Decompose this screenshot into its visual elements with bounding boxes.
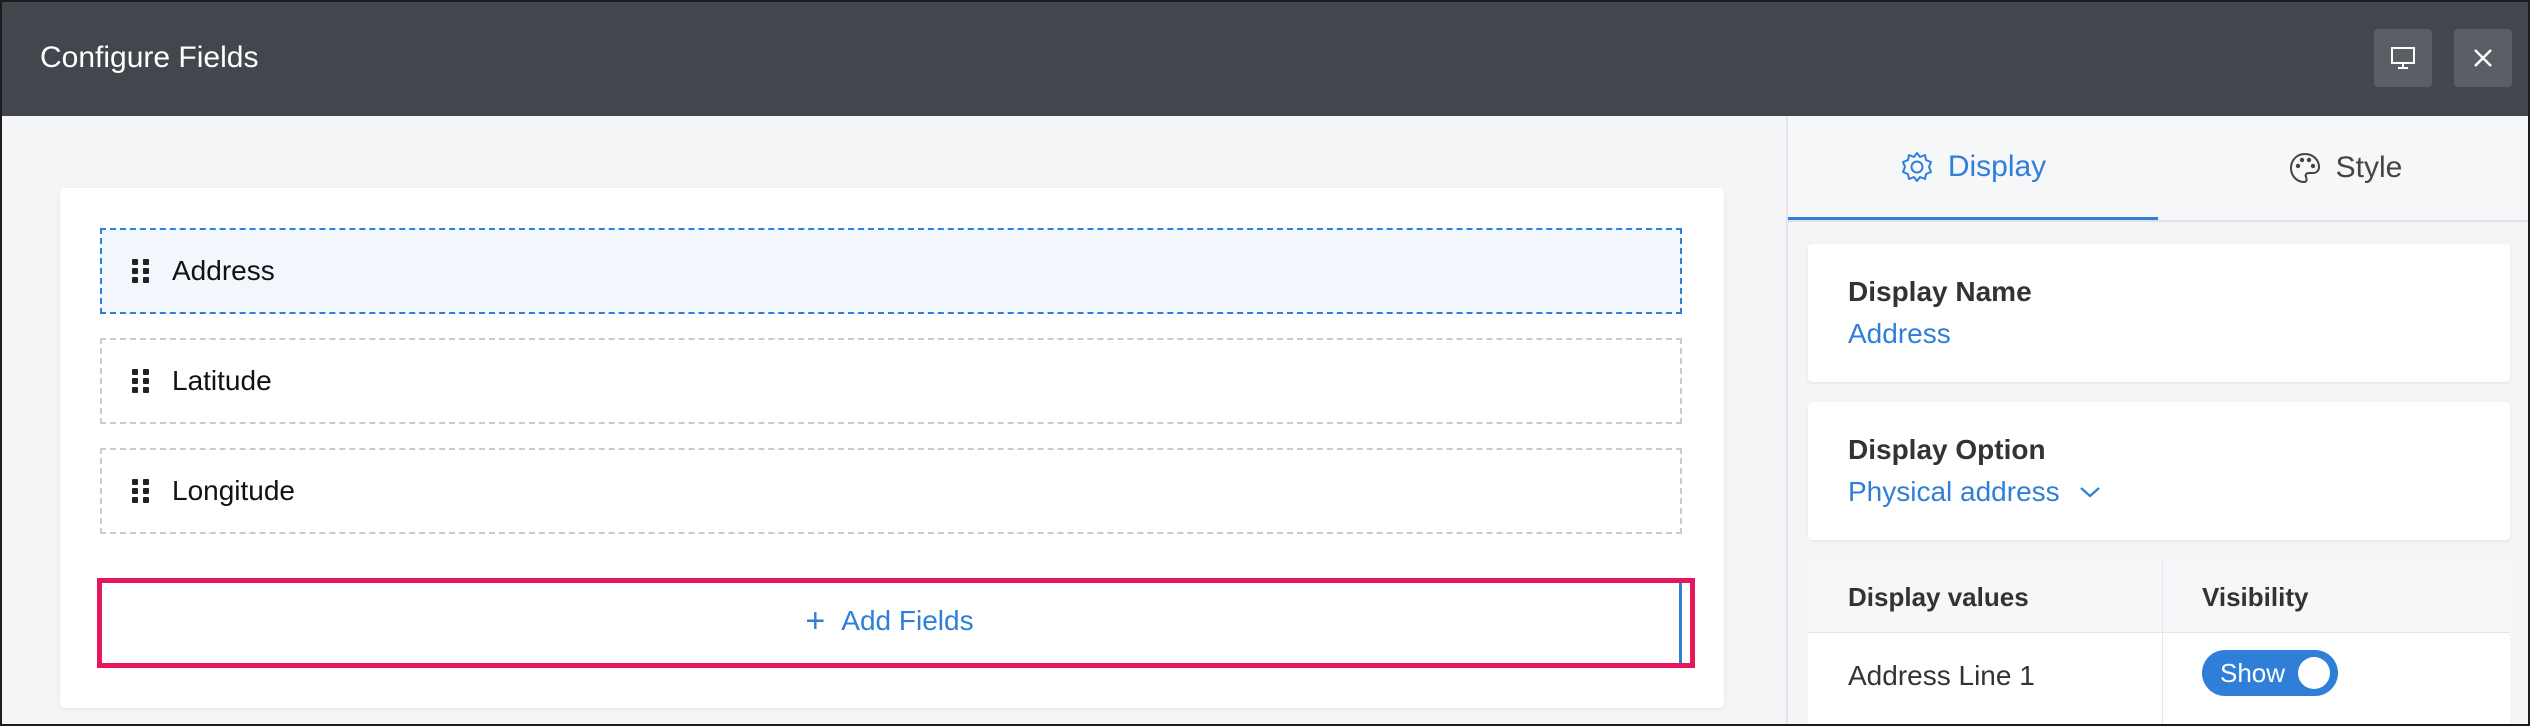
display-option-title: Display Option [1848,434,2046,465]
tab-style[interactable]: Style [2160,116,2528,220]
plus-icon: + [805,602,826,640]
visibility-toggle[interactable]: Show [2202,650,2338,696]
dialog-title: Configure Fields [40,41,259,74]
display-option-card: Display Option Physical address [1808,402,2510,540]
display-name-value[interactable]: Address [1848,318,1951,350]
field-row-address[interactable]: Address [100,228,1682,314]
toggle-label: Show [2220,657,2286,688]
display-option-select[interactable]: Physical address [1848,476,2102,508]
drag-handle-icon[interactable] [132,478,150,504]
configure-fields-dialog: Configure Fields Address Latitude Longit… [0,0,2530,726]
table-header: Display values Visibility [1808,560,2510,633]
display-option-value: Physical address [1848,476,2060,507]
drag-handle-icon[interactable] [132,368,150,394]
dialog-header: Configure Fields [2,2,2528,116]
monitor-icon [2391,47,2415,69]
table-row-label: Address Line 1 [1848,660,2035,691]
tab-bar: Display Style [1788,116,2528,222]
close-icon [2474,49,2492,67]
field-row-latitude[interactable]: Latitude [100,338,1682,424]
drag-handle-icon[interactable] [132,258,150,284]
fields-card: Address Latitude Longitude + Add Fields [60,188,1724,708]
display-name-card: Display Name Address [1808,244,2510,382]
display-name-title: Display Name [1848,276,2032,307]
visibility-table: Display values Visibility Address Line 1… [1808,560,2510,724]
properties-panel: Display Style Display Name Address Displ… [1786,116,2528,724]
field-row-longitude[interactable]: Longitude [100,448,1682,534]
field-label: Latitude [172,365,272,396]
palette-icon [2289,152,2320,184]
column-header-visibility: Visibility [2202,582,2309,612]
tab-style-label: Style [2335,151,2403,184]
field-label: Longitude [172,475,296,506]
tab-display-label: Display [1947,149,2047,183]
column-header-display-values: Display values [1848,582,2029,612]
column-divider [2162,560,2163,724]
add-fields-button[interactable]: + Add Fields [100,578,1682,664]
preview-button[interactable] [2374,29,2432,87]
field-label: Address [172,255,275,286]
display-name-text: Address [1848,318,1951,349]
toggle-knob [2298,657,2330,689]
gear-icon [1901,151,1932,182]
close-button[interactable] [2454,29,2512,87]
tab-display[interactable]: Display [1788,116,2158,220]
add-fields-label: Add Fields [841,605,974,636]
chevron-down-icon [2079,487,2100,498]
